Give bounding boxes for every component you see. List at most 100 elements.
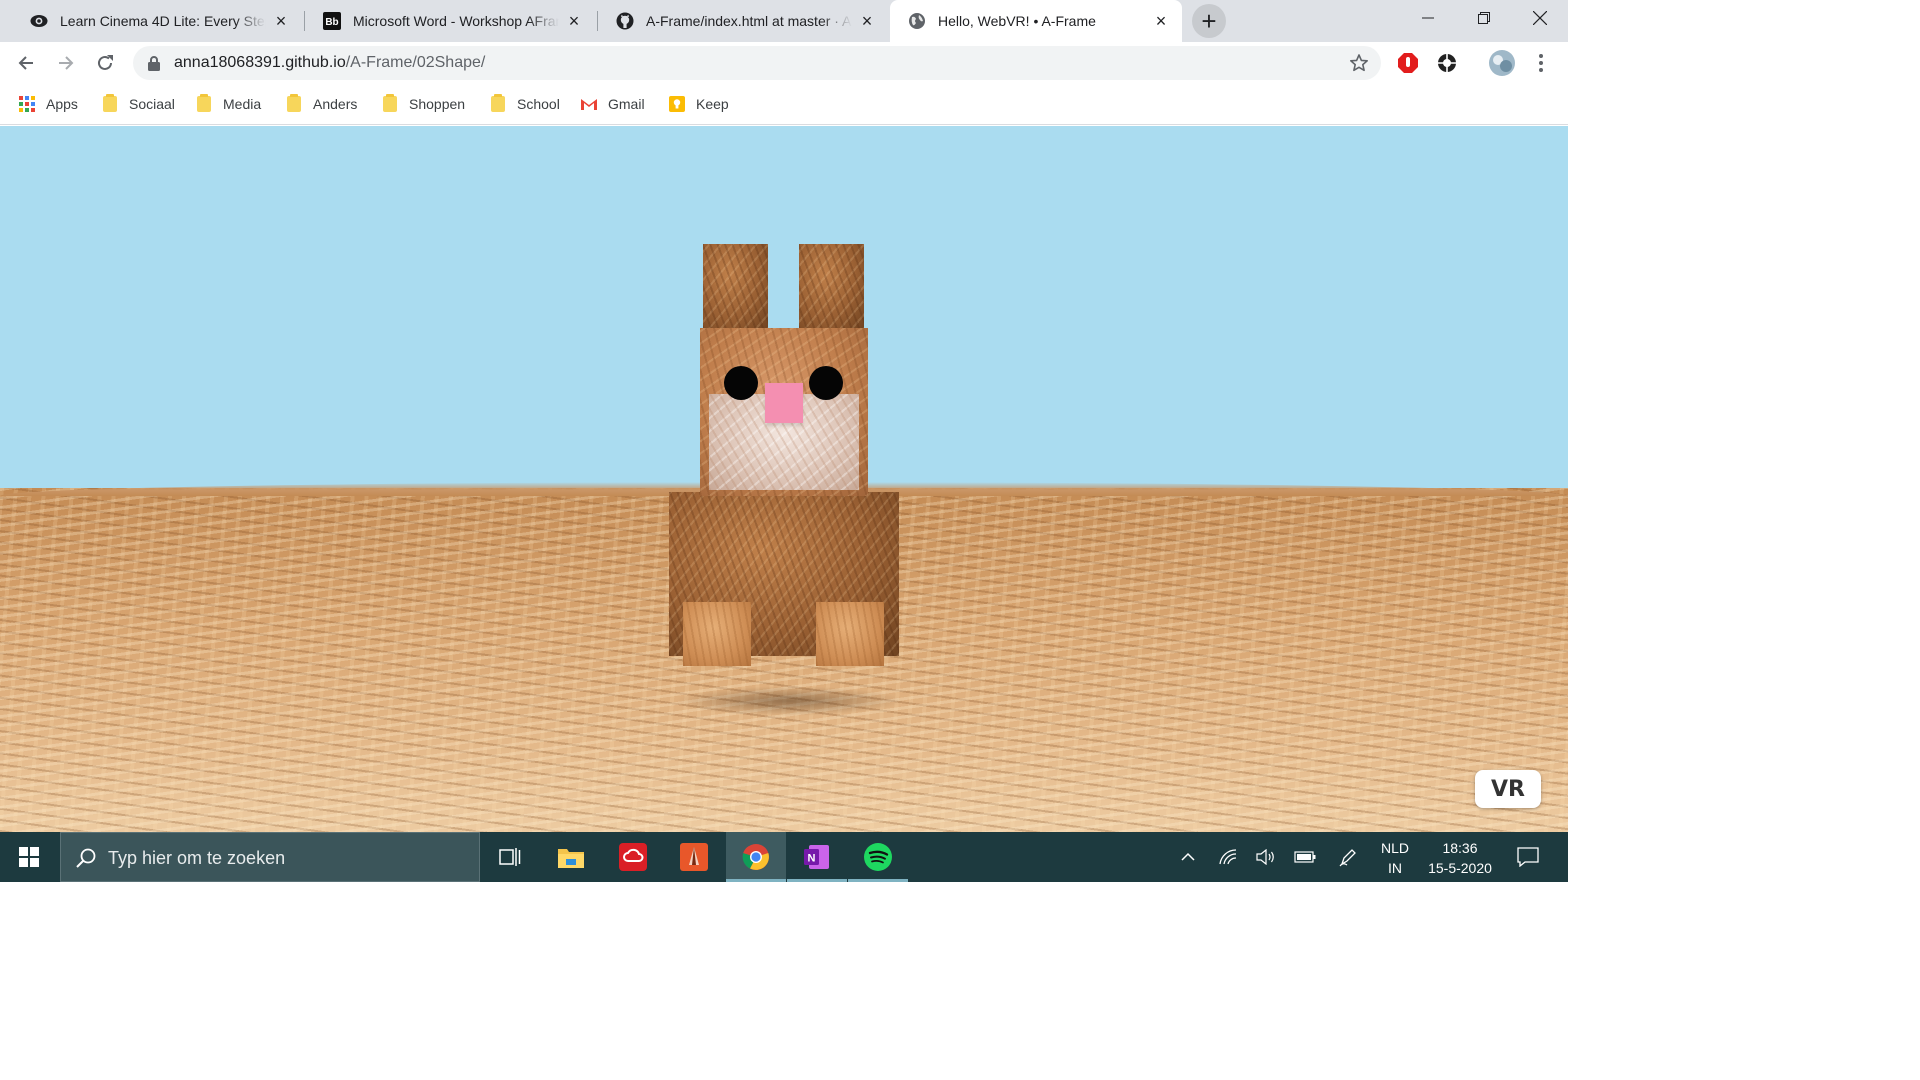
onenote-icon: N bbox=[804, 845, 829, 869]
bookmark-folder-anders[interactable]: Anders bbox=[285, 92, 357, 116]
onenote-taskbar-button[interactable]: N bbox=[787, 832, 847, 882]
bookmark-folder-media[interactable]: Media bbox=[195, 92, 261, 116]
folder-icon bbox=[381, 94, 399, 113]
bookmark-folder-sociaal[interactable]: Sociaal bbox=[101, 92, 175, 116]
autodesk-sketchbook-icon bbox=[680, 843, 708, 871]
bunny-right-eye bbox=[809, 366, 843, 400]
bookmark-label: Gmail bbox=[608, 96, 645, 112]
clock-time: 18:36 bbox=[1442, 840, 1478, 856]
restore-window-button[interactable] bbox=[1456, 0, 1512, 36]
pen-workspace-button[interactable] bbox=[1334, 832, 1364, 882]
chrome-icon bbox=[742, 844, 769, 870]
reload-button[interactable] bbox=[89, 47, 121, 79]
tab-cinema4d[interactable]: Learn Cinema 4D Lite: Every Step × bbox=[12, 0, 302, 42]
back-button[interactable] bbox=[10, 47, 42, 79]
bookmark-label: Apps bbox=[46, 96, 78, 112]
tab-title: Learn Cinema 4D Lite: Every Step bbox=[60, 13, 266, 29]
chrome-menu-icon[interactable] bbox=[1529, 51, 1553, 75]
show-hidden-icons-button[interactable] bbox=[1176, 832, 1200, 882]
address-bar[interactable]: anna18068391.github.io/A-Frame/02Shape/ bbox=[133, 46, 1381, 80]
battery-tray-button[interactable] bbox=[1290, 832, 1320, 882]
svg-text:Bb: Bb bbox=[325, 17, 338, 28]
creative-cloud-icon bbox=[619, 843, 647, 871]
close-tab-icon[interactable]: × bbox=[272, 11, 290, 31]
tab-word-workshop[interactable]: Bb Microsoft Word - Workshop AFrame × bbox=[305, 0, 595, 42]
network-tray-button[interactable] bbox=[1214, 832, 1242, 882]
bookmark-star-icon[interactable] bbox=[1349, 53, 1369, 73]
forward-button[interactable] bbox=[50, 47, 82, 79]
tab-title: Microsoft Word - Workshop AFrame bbox=[353, 13, 559, 29]
close-tab-icon[interactable]: × bbox=[858, 11, 876, 31]
bookmark-label: Keep bbox=[696, 96, 729, 112]
bunny-left-eye bbox=[724, 366, 758, 400]
bunny-shadow bbox=[674, 686, 904, 716]
close-tab-icon[interactable]: × bbox=[565, 11, 583, 31]
close-window-button[interactable] bbox=[1512, 0, 1568, 36]
forward-arrow-icon bbox=[59, 56, 74, 70]
bunny-left-paw bbox=[683, 602, 751, 666]
folder-icon bbox=[285, 94, 303, 113]
chevron-up-icon bbox=[1181, 852, 1195, 861]
keyboard-layout: IN bbox=[1388, 860, 1402, 876]
bookmark-apps[interactable]: Apps bbox=[18, 92, 78, 116]
action-center-button[interactable] bbox=[1508, 832, 1548, 882]
chrome-taskbar-button[interactable] bbox=[726, 832, 786, 882]
extension-icon[interactable] bbox=[1435, 51, 1459, 75]
tab-title: Hello, WebVR! • A-Frame bbox=[938, 13, 1096, 29]
browser-toolbar: anna18068391.github.io/A-Frame/02Shape/ bbox=[0, 42, 1568, 84]
windows-taskbar: Typ hier om te zoeken N NLD IN 18:36 15-… bbox=[0, 832, 1568, 882]
aframe-scene-canvas[interactable] bbox=[0, 126, 1568, 832]
battery-icon bbox=[1294, 851, 1316, 863]
github-icon bbox=[616, 12, 634, 30]
folder-icon bbox=[195, 94, 213, 113]
minimize-window-button[interactable] bbox=[1400, 0, 1456, 36]
tab-github[interactable]: A-Frame/index.html at master · A × bbox=[598, 0, 888, 42]
clock-date: 15-5-2020 bbox=[1428, 860, 1492, 876]
close-tab-icon[interactable]: × bbox=[1152, 11, 1170, 31]
bookmark-gmail[interactable]: Gmail bbox=[580, 92, 645, 116]
wifi-icon bbox=[1219, 849, 1237, 865]
bunny-left-ear bbox=[703, 244, 768, 330]
url-text[interactable]: anna18068391.github.io/A-Frame/02Shape/ bbox=[174, 54, 485, 72]
folder-icon bbox=[489, 94, 507, 113]
bookmark-keep[interactable]: Keep bbox=[668, 92, 729, 116]
svg-text:N: N bbox=[808, 853, 816, 865]
bookmark-label: Media bbox=[223, 96, 262, 112]
bunny-nose bbox=[765, 383, 803, 423]
blackboard-bb-icon: Bb bbox=[323, 12, 341, 30]
spotify-taskbar-button[interactable] bbox=[848, 832, 908, 882]
bookmarks-bar: Apps Sociaal Media Anders Shoppen School… bbox=[0, 84, 1568, 125]
bookmark-label: School bbox=[517, 96, 560, 112]
bunny-right-ear bbox=[799, 244, 864, 330]
adblock-extension-icon[interactable] bbox=[1396, 51, 1420, 75]
volume-tray-button[interactable] bbox=[1252, 832, 1280, 882]
bookmark-label: Anders bbox=[313, 96, 358, 112]
new-tab-button[interactable]: + bbox=[1192, 4, 1226, 38]
creative-cloud-button[interactable] bbox=[603, 832, 663, 882]
task-view-icon bbox=[499, 848, 521, 866]
system-clock[interactable]: 18:36 15-5-2020 bbox=[1422, 838, 1498, 878]
bookmark-folder-school[interactable]: School bbox=[489, 92, 560, 116]
start-button[interactable] bbox=[0, 832, 58, 882]
tab-hello-webvr[interactable]: Hello, WebVR! • A-Frame × bbox=[890, 0, 1182, 42]
sketchbook-button[interactable] bbox=[664, 832, 724, 882]
input-language-indicator[interactable]: NLD IN bbox=[1377, 838, 1413, 878]
spotify-icon bbox=[864, 843, 892, 871]
pen-icon bbox=[1339, 849, 1356, 867]
file-explorer-button[interactable] bbox=[541, 832, 601, 882]
task-view-button[interactable] bbox=[480, 832, 540, 882]
bookmark-label: Shoppen bbox=[409, 96, 466, 112]
bookmark-folder-shoppen[interactable]: Shoppen bbox=[381, 92, 465, 116]
bunny-right-paw bbox=[816, 602, 884, 666]
url-path: /A-Frame/02Shape/ bbox=[345, 54, 486, 71]
tab-title: A-Frame/index.html at master · A bbox=[646, 13, 852, 29]
reload-icon bbox=[98, 55, 113, 70]
enter-vr-button[interactable]: VR bbox=[1475, 770, 1541, 808]
tab-strip: Learn Cinema 4D Lite: Every Step × Bb Mi… bbox=[0, 0, 1568, 42]
notification-icon bbox=[1517, 847, 1539, 867]
search-icon bbox=[76, 848, 96, 868]
taskbar-search-box[interactable]: Typ hier om te zoeken bbox=[60, 832, 480, 882]
search-placeholder: Typ hier om te zoeken bbox=[108, 848, 286, 868]
profile-avatar[interactable] bbox=[1487, 48, 1517, 78]
folder-icon bbox=[101, 94, 119, 113]
